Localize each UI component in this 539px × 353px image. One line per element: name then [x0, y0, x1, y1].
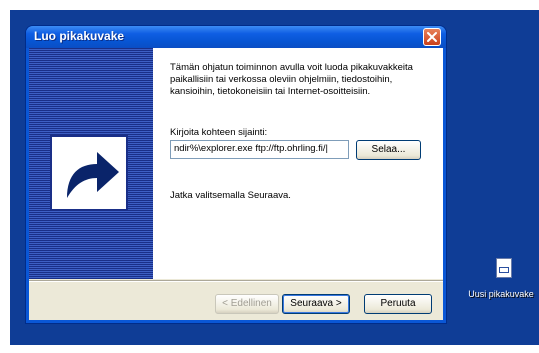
wizard-content: Tämän ohjatun toiminnon avulla voit luod…: [153, 48, 443, 279]
continue-instruction: Jatka valitsemalla Seuraava.: [170, 190, 291, 201]
next-button[interactable]: Seuraava >: [282, 294, 350, 314]
dialog-body: Tämän ohjatun toiminnon avulla voit luod…: [29, 48, 443, 320]
title-bar[interactable]: Luo pikakuvake: [26, 26, 446, 48]
location-input[interactable]: ndir%\explorer.exe ftp://ftp.ohrling.fi/…: [170, 140, 349, 159]
back-button[interactable]: < Edellinen: [215, 294, 279, 314]
wizard-side-panel: [29, 48, 153, 279]
location-label: Kirjoita kohteen sijainti:: [170, 127, 268, 138]
create-shortcut-dialog: Luo pikakuvake Tämän ohjatun toiminnon a…: [26, 26, 446, 323]
browse-button[interactable]: Selaa...: [356, 140, 421, 160]
close-icon: [427, 32, 437, 42]
intro-text: Tämän ohjatun toiminnon avulla voit luod…: [170, 62, 413, 97]
desktop-icon-label[interactable]: Uusi pikakuvake: [464, 289, 538, 299]
separator: [29, 280, 443, 282]
shortcut-file-icon[interactable]: [496, 258, 512, 278]
cancel-button[interactable]: Peruuta: [364, 294, 432, 314]
icon-glyph: [499, 267, 509, 273]
window-title: Luo pikakuvake: [34, 29, 125, 43]
shortcut-arrow-icon: [50, 135, 128, 211]
close-button[interactable]: [423, 28, 441, 46]
